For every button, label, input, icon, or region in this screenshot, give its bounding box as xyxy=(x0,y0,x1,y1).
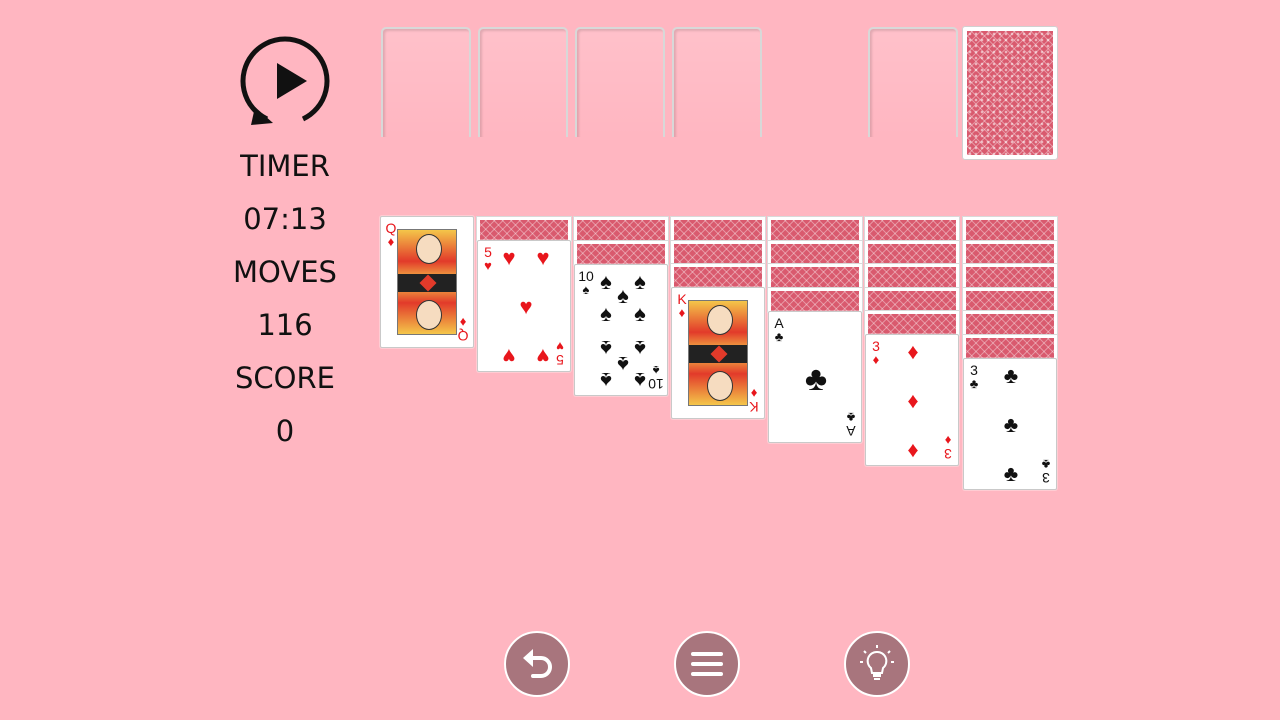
face-down-card xyxy=(962,263,1058,289)
card-ace-clubs[interactable]: A ♣ ♣ A ♣ xyxy=(768,311,862,443)
card-rank: 3 xyxy=(944,446,952,462)
face-down-card xyxy=(767,240,863,266)
menu-button[interactable] xyxy=(674,631,740,697)
heart-icon: ♥ xyxy=(502,344,516,369)
menu-icon xyxy=(691,652,723,676)
club-icon: ♣ xyxy=(846,410,856,425)
face-down-card xyxy=(573,216,669,242)
club-icon: ♣ xyxy=(1041,457,1051,472)
spade-icon: ♠ xyxy=(582,282,590,297)
club-icon: ♣ xyxy=(969,376,979,391)
card-queen-diamonds[interactable]: Q ♦ Q ♦ xyxy=(380,216,474,348)
queen-portrait xyxy=(397,229,457,335)
heart-icon: ♥ xyxy=(536,245,550,270)
diamond-icon: ♦ xyxy=(872,352,880,367)
moves-label: MOVES xyxy=(233,255,337,289)
face-down-card xyxy=(864,310,960,336)
club-icon: ♣ xyxy=(774,329,784,344)
card-rank: 10 xyxy=(648,376,664,392)
king-portrait xyxy=(688,300,748,406)
club-icon: ♣ xyxy=(804,360,828,398)
replay-icon xyxy=(240,36,330,125)
face-down-card xyxy=(767,263,863,289)
timer-label: TIMER xyxy=(240,149,330,183)
diamond-icon: ♦ xyxy=(907,339,919,364)
face-down-card xyxy=(573,240,669,266)
face-down-card xyxy=(767,287,863,313)
waste-slot[interactable] xyxy=(868,27,958,157)
club-icon: ♣ xyxy=(1003,412,1019,437)
card-three-clubs[interactable]: 3 ♣ ♣ ♣ ♣ 3 ♣ xyxy=(963,358,1057,490)
diamond-icon: ♦ xyxy=(387,234,395,249)
undo-button[interactable] xyxy=(504,631,570,697)
timer-value: 07:13 xyxy=(243,202,327,236)
face-down-card xyxy=(962,310,1058,336)
moves-value: 116 xyxy=(257,308,313,342)
lightbulb-icon xyxy=(860,645,894,680)
replay-button[interactable] xyxy=(237,33,333,129)
face-down-card xyxy=(962,240,1058,266)
diamond-icon: ♦ xyxy=(678,305,686,320)
diamond-icon: ♦ xyxy=(907,388,919,413)
foundation-slot[interactable] xyxy=(672,27,762,157)
spade-icon: ♠ xyxy=(634,301,646,326)
undo-icon xyxy=(523,649,552,678)
face-down-card xyxy=(962,216,1058,242)
face-down-card xyxy=(962,334,1058,360)
card-rank: Q xyxy=(457,328,469,344)
score-value: 0 xyxy=(275,414,295,448)
face-down-card xyxy=(670,263,766,289)
hint-button[interactable] xyxy=(844,631,910,697)
diamond-icon: ♦ xyxy=(907,437,919,462)
spade-icon: ♠ xyxy=(600,301,612,326)
card-three-diamonds[interactable]: 3 ♦ ♦ ♦ ♦ 3 ♦ xyxy=(865,334,959,466)
face-down-card xyxy=(864,263,960,289)
heart-icon: ♥ xyxy=(502,245,516,270)
foundation-slot[interactable] xyxy=(478,27,568,157)
face-down-card xyxy=(864,240,960,266)
card-rank: K xyxy=(749,399,759,415)
heart-icon: ♥ xyxy=(484,258,492,273)
face-down-card xyxy=(962,287,1058,313)
face-down-card xyxy=(476,216,572,242)
face-down-card xyxy=(670,216,766,242)
card-rank: A xyxy=(846,423,856,439)
heart-icon: ♥ xyxy=(556,339,564,354)
face-down-card xyxy=(767,216,863,242)
card-rank: 3 xyxy=(1042,470,1050,486)
club-icon: ♣ xyxy=(1003,363,1019,388)
club-icon: ♣ xyxy=(1003,461,1019,486)
heart-icon: ♥ xyxy=(536,344,550,369)
card-ten-spades[interactable]: 10 ♠ ♠ ♠ ♠ ♠ ♠ ♠ ♠ ♠ ♠ ♠ 10 ♠ xyxy=(574,264,668,396)
face-down-card xyxy=(670,240,766,266)
foundation-slot[interactable] xyxy=(381,27,471,157)
card-rank: 5 xyxy=(556,352,564,368)
face-down-card xyxy=(864,287,960,313)
foundation-slot[interactable] xyxy=(575,27,665,157)
stock-pile[interactable] xyxy=(962,26,1058,160)
score-label: SCORE xyxy=(235,361,335,395)
spade-icon: ♠ xyxy=(600,368,612,393)
heart-icon: ♥ xyxy=(519,294,533,319)
card-five-hearts[interactable]: 5 ♥ ♥ ♥ ♥ ♥ ♥ 5 ♥ xyxy=(477,240,571,372)
card-king-diamonds[interactable]: K ♦ K ♦ xyxy=(671,287,765,419)
face-down-card xyxy=(864,216,960,242)
